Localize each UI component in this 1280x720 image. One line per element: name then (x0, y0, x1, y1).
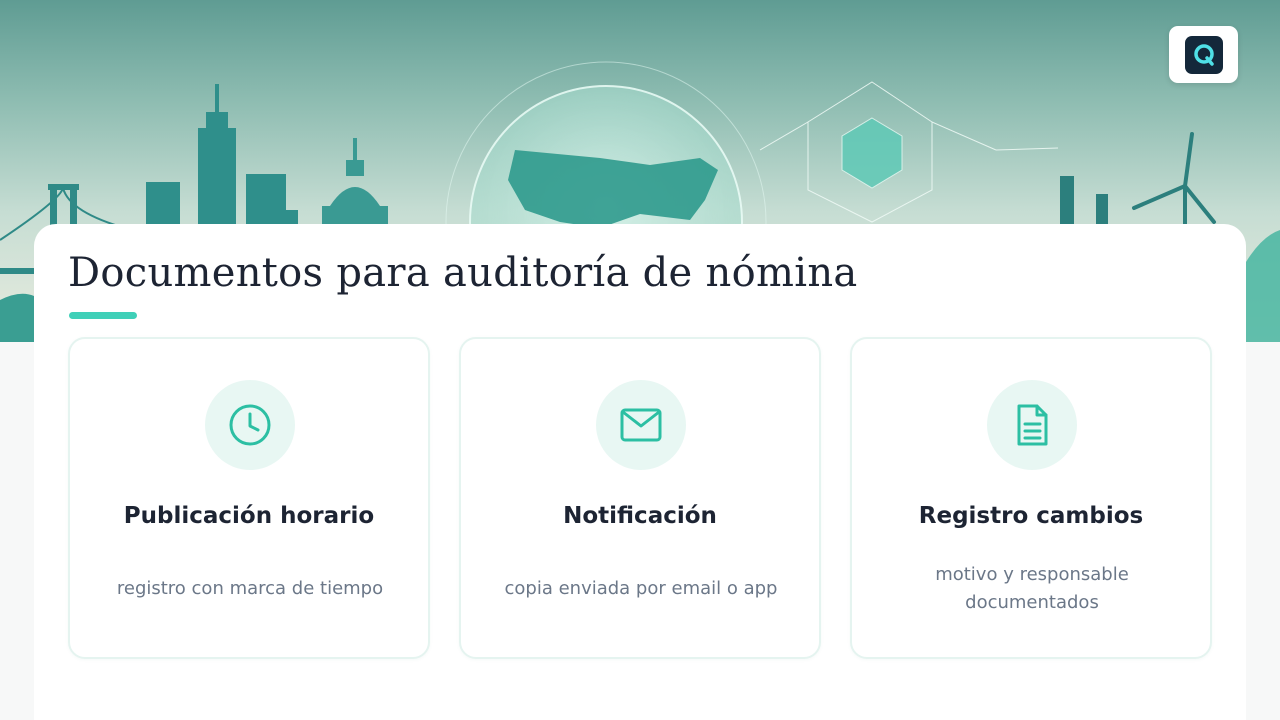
envelope-icon (596, 380, 686, 470)
skyscrapers-illustration (146, 84, 298, 228)
document-icon (987, 380, 1077, 470)
card-title: Publicación horario (123, 503, 375, 529)
card-notification: Notificación copia enviada por email o a… (459, 337, 821, 659)
app-logo-badge[interactable] (1169, 26, 1238, 83)
card-schedule-publication: Publicación horario registro con marca d… (68, 337, 430, 659)
card-description: copia enviada por email o app (504, 578, 778, 599)
card-title: Registro cambios (918, 503, 1144, 529)
clock-icon (205, 380, 295, 470)
card-description: registro con marca de tiempo (116, 578, 384, 599)
network-cube-illustration (759, 81, 1059, 223)
wind-turbine-illustration (1132, 132, 1216, 230)
card-description: motivo y responsable documentados (935, 564, 1129, 613)
capitol-illustration (322, 138, 388, 226)
title-underline (69, 312, 137, 319)
q-logo-icon (1184, 35, 1223, 74)
page-title: Documentos para auditoría de nómina (68, 250, 858, 296)
card-change-log: Registro cambios motivo y responsable do… (850, 337, 1212, 659)
factory-illustration (1060, 176, 1108, 228)
card-title: Notificación (563, 503, 717, 529)
